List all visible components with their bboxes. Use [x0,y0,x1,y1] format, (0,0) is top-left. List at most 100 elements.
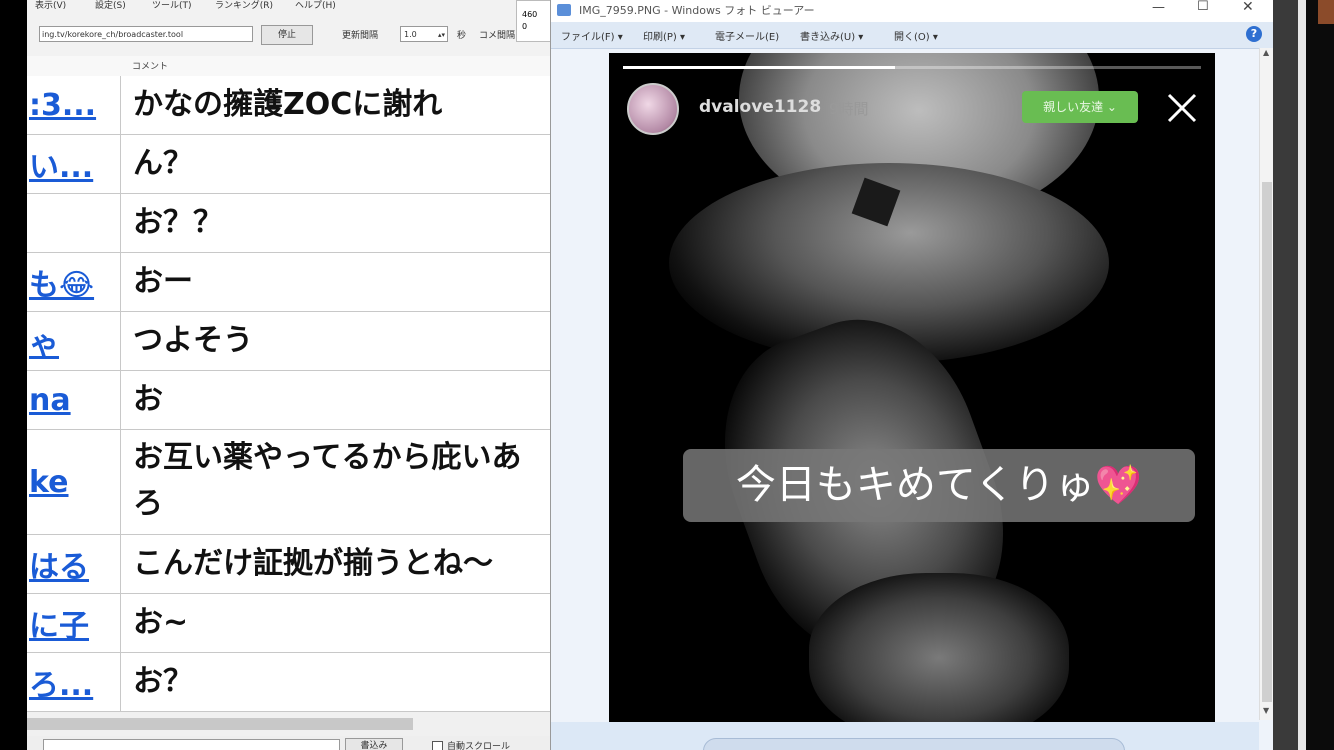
comment-cell: お？ [133,664,193,699]
horizontal-scrollbar[interactable] [27,712,550,736]
story-progress-bar [623,66,1201,69]
table-row[interactable]: :3... かなの擁護ZOCに謝れ [27,76,550,135]
write-button[interactable]: 書込み [345,738,403,750]
seconds-label: 秒 [457,31,467,41]
photo-shape [809,573,1069,722]
menu-file[interactable]: ファイル(F) ▾ [561,28,623,43]
table-row[interactable]: お？？ [27,194,550,253]
scrollbar-thumb[interactable] [1262,182,1272,702]
user-link[interactable]: も😂 [27,260,94,304]
comment-cell: お？？ [133,205,223,240]
menu-email[interactable]: 電子メール(E) [715,28,779,43]
counter-value-2: 0 [522,22,528,31]
comment-cell: つよそう [133,323,253,358]
interval-spinner[interactable]: 1.0 ▴▾ [400,26,448,42]
user-name-cell[interactable]: はる [27,535,121,593]
counter-box: 460 0 [516,0,550,42]
table-row[interactable]: はる こんだけ証拠が揃うとね～ [27,535,550,594]
table-row[interactable]: na お [27,371,550,430]
user-name-cell[interactable]: ゃ [27,312,121,370]
auto-scroll-checkbox[interactable] [432,741,443,750]
user-link[interactable]: に子 [27,601,89,645]
user-link[interactable]: na [27,383,71,418]
table-row[interactable]: い... ん？ [27,135,550,194]
desktop-thumbnail [1318,0,1334,24]
comment-interval-label: コメ間隔 [479,31,516,41]
story-username: dvalove1128 [699,97,822,117]
minimize-button[interactable]: — [1152,0,1165,15]
table-header: コメント [27,56,550,77]
menu-open[interactable]: 開く(O) ▾ [894,28,938,43]
url-input[interactable]: ing.tv/korekore_ch/broadcaster.tool [39,26,253,42]
menu-ranking[interactable]: ランキング(R) [215,0,273,11]
user-link[interactable]: :3... [27,88,96,123]
user-name-cell[interactable]: na [27,371,121,429]
menu-view[interactable]: 表示(V) [35,0,66,11]
menu-settings[interactable]: 設定(S) [95,0,126,11]
window-title: IMG_7959.PNG - Windows フォト ビューアー [579,4,815,17]
toolbar: ing.tv/korekore_ch/broadcaster.tool 停止 更… [27,22,550,50]
comment-input-bar: 書込み 自動スクロール [27,736,550,750]
table-row[interactable]: も😂 おー [27,253,550,312]
comment-cell: ん？ [133,146,193,181]
close-icon [1167,93,1197,123]
user-name-cell[interactable]: い... [27,135,121,193]
viewer-control-bar [551,722,1259,750]
story-progress-fill [623,66,895,69]
user-name-cell[interactable]: ke [27,430,121,534]
menu-bar: 表示(V) 設定(S) ツール(T) ランキング(R) ヘルプ(H) [27,0,550,20]
scroll-down-icon[interactable]: ▼ [1263,706,1269,715]
spinner-arrows-icon[interactable]: ▴▾ [438,27,445,43]
user-name-cell[interactable]: ろ... [27,653,121,711]
user-link[interactable]: ろ... [27,660,93,704]
user-name-cell[interactable]: も😂 [27,253,121,311]
comment-table: :3... かなの擁護ZOCに謝れ い... ん？ お？？ も😂 おー ゃ つよ… [27,76,550,712]
menu-tools[interactable]: ツール(T) [152,0,192,11]
menu-help[interactable]: ヘルプ(H) [295,0,336,11]
stop-button[interactable]: 停止 [261,25,313,45]
user-link[interactable]: ゃ [27,319,59,363]
user-name-cell[interactable]: :3... [27,76,121,134]
column-header-comment[interactable]: コメント [132,59,168,72]
auto-scroll-label: 自動スクロール [447,742,511,750]
interval-value: 1.0 [404,30,417,39]
story-caption: 今日もキめてくりゅ💖 [683,449,1195,522]
story-time: 9時間 [829,100,869,118]
menu-burn[interactable]: 書き込み(U) ▾ [800,28,863,43]
scrollbar-thumb[interactable] [27,718,413,730]
sparkling-heart-icon: 💖 [1094,463,1143,507]
comment-viewer-window: 表示(V) 設定(S) ツール(T) ランキング(R) ヘルプ(H) ing.t… [27,0,550,750]
menu-print[interactable]: 印刷(P) ▾ [643,28,685,43]
photo-viewer-app-icon [557,4,571,16]
user-name-cell[interactable] [27,194,121,252]
story-image: dvalove1128 9時間 親しい友達 ⌄ 今日もキめてくりゅ💖 [609,53,1215,722]
desktop-edge-strip [1298,0,1306,750]
close-window-button[interactable]: ✕ [1242,0,1254,15]
maximize-button[interactable]: ☐ [1197,0,1209,14]
comment-cell: お互い薬やってるから庇いあろ [133,440,522,521]
help-icon[interactable]: ? [1246,26,1262,42]
photo-viewer-window: IMG_7959.PNG - Windows フォト ビューアー — ☐ ✕ フ… [550,0,1274,750]
table-row[interactable]: に子 お~ [27,594,550,653]
user-link[interactable]: はる [27,542,89,586]
user-link[interactable]: い... [27,142,93,186]
counter-value: 460 [522,10,538,19]
comment-input[interactable] [43,739,340,750]
table-row[interactable]: ろ... お？ [27,653,550,712]
viewer-menu-bar: ファイル(F) ▾ 印刷(P) ▾ 電子メール(E) 書き込み(U) ▾ 開く(… [551,22,1274,49]
title-bar[interactable]: IMG_7959.PNG - Windows フォト ビューアー — ☐ ✕ [551,0,1274,22]
vertical-scrollbar[interactable]: ▲ ▼ [1259,48,1274,720]
story-caption-text: 今日もキめてくりゅ [735,462,1095,508]
scroll-up-icon[interactable]: ▲ [1263,48,1269,57]
comment-cell: お~ [133,605,189,640]
viewer-controls[interactable] [703,738,1125,750]
close-friends-badge: 親しい友達 ⌄ [1022,91,1138,123]
comment-cell: こんだけ証拠が揃うとね～ [133,546,493,581]
desktop-edge-strip [1273,0,1299,750]
avatar [627,83,679,135]
table-row[interactable]: ke お互い薬やってるから庇いあろ [27,430,550,535]
user-name-cell[interactable]: に子 [27,594,121,652]
user-link[interactable]: ke [27,465,69,500]
comment-cell: おー [133,264,193,299]
table-row[interactable]: ゃ つよそう [27,312,550,371]
